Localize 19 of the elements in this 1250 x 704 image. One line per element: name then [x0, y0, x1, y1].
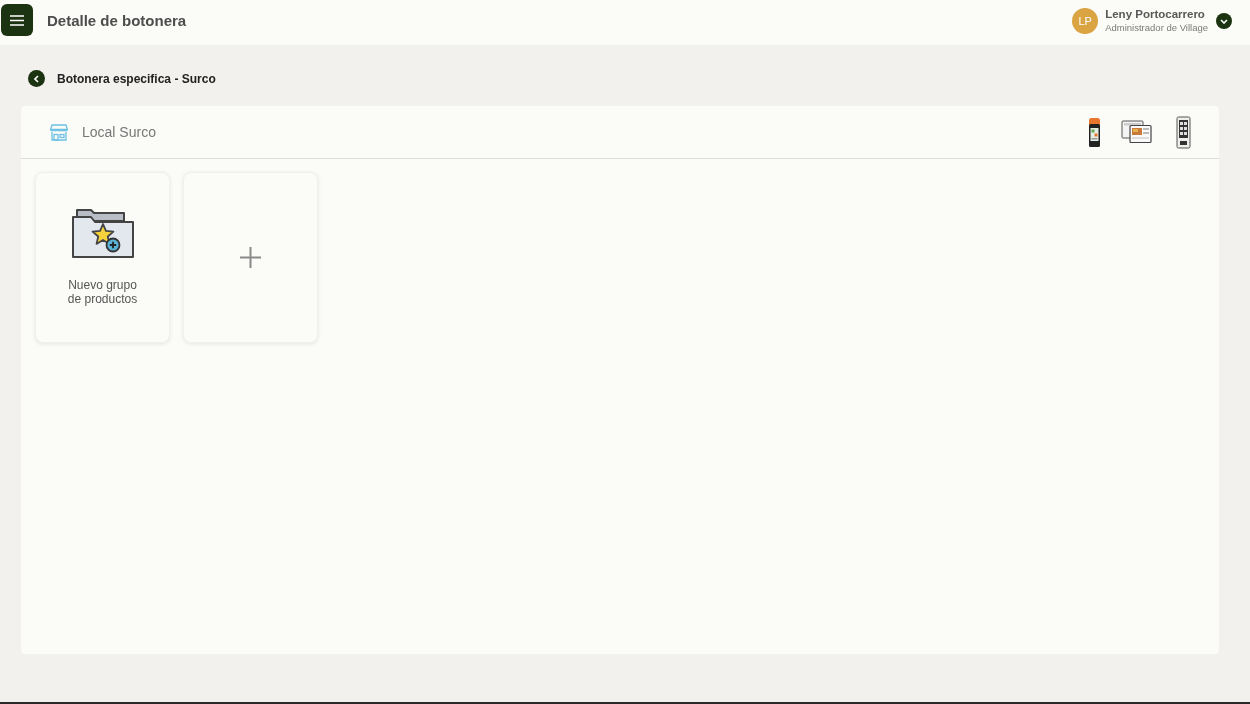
menu-button[interactable]: [1, 4, 33, 36]
user-name: Leny Portocarrero: [1105, 7, 1206, 21]
tablet-screens-icon[interactable]: [1121, 120, 1152, 144]
user-menu-button[interactable]: [1216, 13, 1232, 29]
menu-icon: [10, 14, 24, 26]
folder-star-icon: [70, 207, 135, 259]
user-role: Administrador de Village: [1105, 21, 1208, 34]
product-group-card[interactable]: Nuevo grupo de productos: [35, 172, 170, 343]
back-button[interactable]: [28, 70, 45, 87]
user-avatar: LP: [1072, 8, 1099, 34]
chevron-left-icon: [34, 74, 39, 83]
store-icon: [50, 123, 68, 141]
store-name: Local Surco: [82, 124, 156, 140]
section-title: Botonera especifica - Surco: [57, 71, 216, 86]
pos-terminal-icon[interactable]: [1088, 116, 1101, 148]
plus-icon: [240, 247, 261, 268]
chevron-down-icon: [1220, 18, 1228, 24]
page-title: Detalle de botonera: [47, 11, 187, 29]
kiosk-icon[interactable]: [1176, 115, 1191, 149]
